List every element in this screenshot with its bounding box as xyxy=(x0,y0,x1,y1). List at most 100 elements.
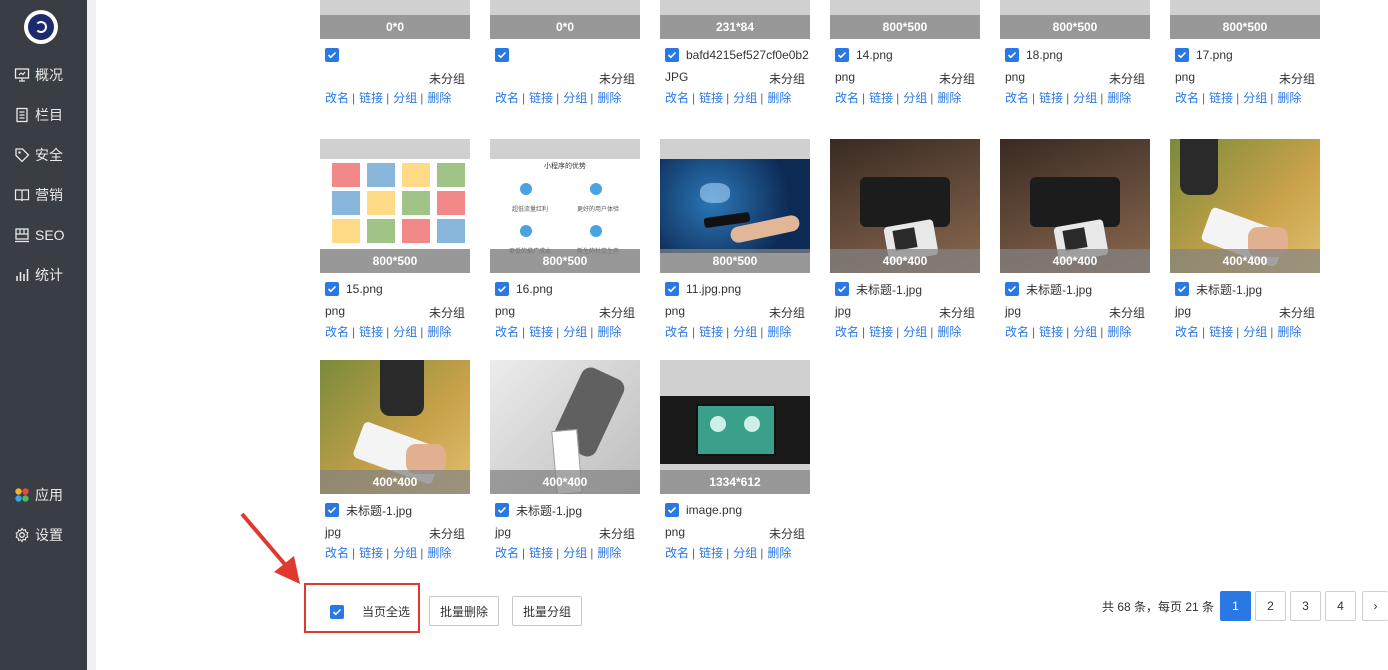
media-card[interactable]: 400*400 未标题-1.jpg jpg 未分组 改名 | 链接 | 分组 | 删除 xyxy=(490,360,640,565)
checkbox-icon[interactable] xyxy=(1005,282,1019,296)
copy-link-link[interactable]: 链接 xyxy=(359,91,383,105)
file-select-row[interactable]: 17.png xyxy=(1175,47,1320,63)
sidebar-item-overview[interactable]: 概况 xyxy=(0,55,87,95)
thumbnail-image[interactable]: 800*500 xyxy=(830,0,980,39)
checkbox-icon[interactable] xyxy=(325,503,339,517)
file-select-row[interactable]: bafd4215ef527cf0e0b2 xyxy=(665,47,810,63)
group-link[interactable]: 分组 xyxy=(733,325,757,339)
copy-link-link[interactable]: 链接 xyxy=(699,325,723,339)
sidebar-item-seo[interactable]: SEO xyxy=(0,215,87,255)
checkbox-icon[interactable] xyxy=(495,282,509,296)
file-select-row[interactable]: 未标题-1.jpg xyxy=(835,281,980,297)
thumbnail-image[interactable]: 1334*612 xyxy=(660,360,810,494)
rename-link[interactable]: 改名 xyxy=(665,325,689,339)
batch-delete-button[interactable]: 批量删除 xyxy=(429,596,499,626)
thumbnail-image[interactable]: cz-chuang-shebei231*84 xyxy=(660,0,810,39)
sidebar-item-columns[interactable]: 栏目 xyxy=(0,95,87,135)
group-link[interactable]: 分组 xyxy=(1243,325,1267,339)
group-link[interactable]: 分组 xyxy=(393,546,417,560)
copy-link-link[interactable]: 链接 xyxy=(529,325,553,339)
checkbox-icon[interactable] xyxy=(835,282,849,296)
file-select-row[interactable]: 15.png xyxy=(325,281,470,297)
copy-link-link[interactable]: 链接 xyxy=(1039,91,1063,105)
delete-link[interactable]: 删除 xyxy=(427,325,451,339)
group-link[interactable]: 分组 xyxy=(733,91,757,105)
delete-link[interactable]: 删除 xyxy=(427,91,451,105)
checkbox-icon[interactable] xyxy=(495,48,509,62)
rename-link[interactable]: 改名 xyxy=(1005,91,1029,105)
delete-link[interactable]: 删除 xyxy=(597,325,621,339)
copy-link-link[interactable]: 链接 xyxy=(869,91,893,105)
group-link[interactable]: 分组 xyxy=(733,546,757,560)
media-card[interactable]: 400*400 未标题-1.jpg jpg 未分组 改名 | 链接 | 分组 | 删除 xyxy=(1000,139,1150,344)
delete-link[interactable]: 删除 xyxy=(1277,325,1301,339)
rename-link[interactable]: 改名 xyxy=(495,325,519,339)
copy-link-link[interactable]: 链接 xyxy=(529,91,553,105)
media-card[interactable]: 小程序的优势超低流量红利更好的用户体验更低的推广成本新生的社交生态800*500… xyxy=(490,139,640,344)
thumbnail-image[interactable]: 400*400 xyxy=(490,360,640,494)
page-3-button[interactable]: 3 xyxy=(1290,591,1321,621)
file-select-row[interactable]: 未标题-1.jpg xyxy=(1175,281,1320,297)
file-select-row[interactable]: 未标题-1.jpg xyxy=(495,502,640,518)
copy-link-link[interactable]: 链接 xyxy=(1209,91,1233,105)
rename-link[interactable]: 改名 xyxy=(325,325,349,339)
media-card[interactable]: 800*500 17.png png 未分组 改名 | 链接 | 分组 | 删除 xyxy=(1170,0,1320,110)
media-card[interactable]: 0*0 未分组 改名 | 链接 | 分组 | 删除 xyxy=(320,0,470,110)
media-card[interactable]: 400*400 未标题-1.jpg jpg 未分组 改名 | 链接 | 分组 | 删除 xyxy=(830,139,980,344)
group-link[interactable]: 分组 xyxy=(563,546,587,560)
rename-link[interactable]: 改名 xyxy=(495,91,519,105)
group-link[interactable]: 分组 xyxy=(1073,325,1097,339)
group-link[interactable]: 分组 xyxy=(1243,91,1267,105)
checkbox-icon[interactable] xyxy=(665,48,679,62)
checkbox-icon[interactable] xyxy=(1175,48,1189,62)
group-link[interactable]: 分组 xyxy=(903,91,927,105)
thumbnail-image[interactable]: 小程序的优势超低流量红利更好的用户体验更低的推广成本新生的社交生态800*500 xyxy=(490,139,640,273)
rename-link[interactable]: 改名 xyxy=(325,91,349,105)
thumbnail-image[interactable]: 400*400 xyxy=(830,139,980,273)
page-4-button[interactable]: 4 xyxy=(1325,591,1356,621)
delete-link[interactable]: 删除 xyxy=(767,91,791,105)
rename-link[interactable]: 改名 xyxy=(325,546,349,560)
group-link[interactable]: 分组 xyxy=(393,325,417,339)
copy-link-link[interactable]: 链接 xyxy=(1039,325,1063,339)
file-select-row[interactable]: 16.png xyxy=(495,281,640,297)
delete-link[interactable]: 删除 xyxy=(767,325,791,339)
checkbox-icon[interactable] xyxy=(665,503,679,517)
delete-link[interactable]: 删除 xyxy=(427,546,451,560)
logo-icon[interactable] xyxy=(24,10,58,44)
delete-link[interactable]: 删除 xyxy=(1277,91,1301,105)
group-link[interactable]: 分组 xyxy=(1073,91,1097,105)
delete-link[interactable]: 删除 xyxy=(1107,325,1131,339)
group-link[interactable]: 分组 xyxy=(563,91,587,105)
file-select-row[interactable]: image.png xyxy=(665,502,810,518)
file-select-row[interactable]: 18.png xyxy=(1005,47,1150,63)
sidebar-item-marketing[interactable]: 营销 xyxy=(0,175,87,215)
delete-link[interactable]: 删除 xyxy=(597,91,621,105)
rename-link[interactable]: 改名 xyxy=(665,91,689,105)
media-card[interactable]: 800*500 18.png png 未分组 改名 | 链接 | 分组 | 删除 xyxy=(1000,0,1150,110)
rename-link[interactable]: 改名 xyxy=(1175,91,1199,105)
checkbox-icon[interactable] xyxy=(835,48,849,62)
checkbox-icon[interactable] xyxy=(1005,48,1019,62)
rename-link[interactable]: 改名 xyxy=(1005,325,1029,339)
rename-link[interactable]: 改名 xyxy=(835,91,859,105)
select-all-checkbox[interactable]: 当页全选 xyxy=(330,603,410,620)
delete-link[interactable]: 删除 xyxy=(937,325,961,339)
thumbnail-image[interactable]: 400*400 xyxy=(320,360,470,494)
checkbox-icon[interactable] xyxy=(1175,282,1189,296)
sidebar-item-apps[interactable]: 应用 xyxy=(0,475,87,515)
media-card[interactable]: cz-chuang-shebei231*84 bafd4215ef527cf0e0… xyxy=(660,0,810,110)
file-select-row[interactable] xyxy=(495,47,640,63)
thumbnail-image[interactable]: 800*500 xyxy=(660,139,810,273)
thumbnail-image[interactable]: 0*0 xyxy=(320,0,470,39)
page-1-button[interactable]: 1 xyxy=(1220,591,1251,621)
rename-link[interactable]: 改名 xyxy=(665,546,689,560)
file-select-row[interactable]: 未标题-1.jpg xyxy=(325,502,470,518)
next-page-button[interactable]: › xyxy=(1362,591,1388,621)
rename-link[interactable]: 改名 xyxy=(835,325,859,339)
media-card[interactable]: 800*500 14.png png 未分组 改名 | 链接 | 分组 | 删除 xyxy=(830,0,980,110)
batch-group-button[interactable]: 批量分组 xyxy=(512,596,582,626)
thumbnail-image[interactable]: 800*500 xyxy=(1170,0,1320,39)
checkbox-icon[interactable] xyxy=(325,282,339,296)
checkbox-icon[interactable] xyxy=(665,282,679,296)
